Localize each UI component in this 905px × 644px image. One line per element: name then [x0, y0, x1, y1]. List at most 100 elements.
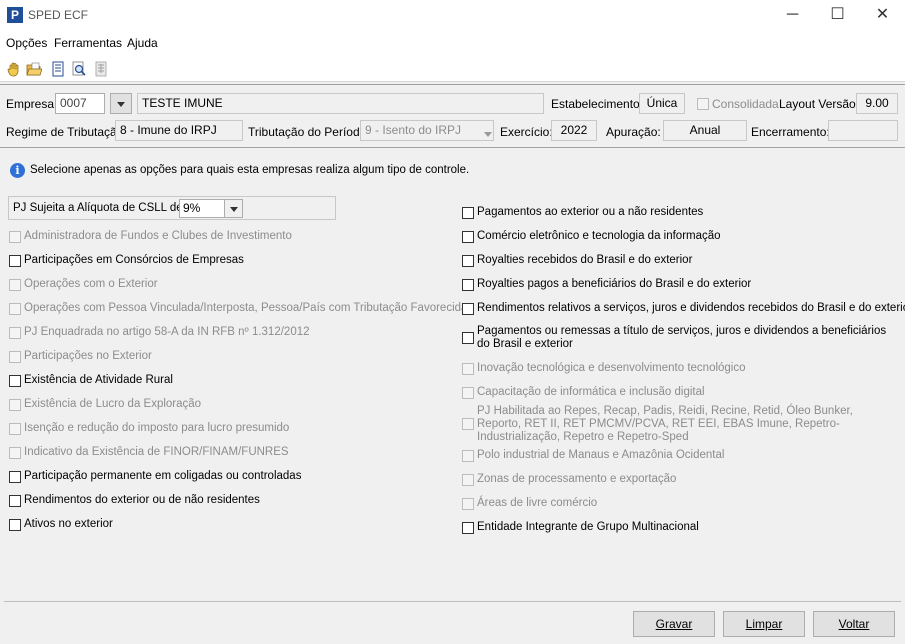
checkbox [9, 351, 21, 363]
info-icon: i [10, 163, 25, 178]
checkbox [9, 303, 21, 315]
csll-label: PJ Sujeita a Alíquota de CSLL de: [13, 202, 186, 214]
exercicio-label: Exercício: [500, 125, 553, 139]
gravar-button[interactable]: Gravar [633, 611, 715, 637]
apuracao-field: Anual [663, 120, 747, 141]
option-label: Rendimentos do exterior ou de não reside… [24, 494, 260, 506]
toolbar [0, 56, 905, 82]
app-logo-icon: P [7, 7, 23, 23]
empresa-label: Empresa: [6, 97, 58, 111]
grid-document-icon [95, 61, 107, 77]
checkbox[interactable] [462, 207, 474, 219]
checkbox[interactable] [462, 279, 474, 291]
checkbox [9, 279, 21, 291]
title-bar: P SPED ECF ─ ☐ ✕ [0, 0, 905, 30]
checkbox[interactable] [462, 231, 474, 243]
chevron-down-icon [229, 206, 238, 212]
consolidada-checkbox [697, 98, 709, 110]
footer-divider [4, 601, 901, 602]
checkbox [462, 387, 474, 399]
option-label: Áreas de livre comércio [477, 497, 598, 509]
checkbox [462, 418, 474, 430]
checkbox[interactable] [462, 332, 474, 344]
menu-ferramentas[interactable]: Ferramentas [54, 36, 122, 50]
gravar-button-label: Gravar [655, 617, 693, 631]
exercicio-field: 2022 [551, 120, 597, 141]
option-label: Rendimentos relativos a serviços, juros … [477, 302, 905, 314]
consolidada-label: Consolidada [712, 97, 779, 111]
checkbox[interactable] [462, 303, 474, 315]
limpar-button[interactable]: Limpar [723, 611, 805, 637]
checkbox[interactable] [9, 471, 21, 483]
option-label: Participação permanente em coligadas ou … [24, 470, 302, 482]
option-label: Indicativo da Existência de FINOR/FINAM/… [24, 446, 289, 458]
checkbox [9, 399, 21, 411]
csll-dropdown-button[interactable] [224, 199, 243, 218]
option-label: Operações com Pessoa Vinculada/Interpost… [24, 302, 468, 314]
menu-bar: Opções Ferramentas Ajuda [0, 30, 905, 56]
empresa-dropdown-button[interactable] [110, 93, 132, 114]
tributacao-chevron-down-icon [484, 132, 492, 137]
empresa-name-field: TESTE IMUNE [137, 93, 544, 114]
chevron-down-icon [117, 101, 125, 107]
encerramento-field [828, 120, 898, 141]
option-label: Pagamentos ou remessas a título de servi… [477, 325, 887, 350]
option-label: Capacitação de informática e inclusão di… [477, 386, 705, 398]
close-button[interactable]: ✕ [860, 0, 905, 30]
checkbox [9, 231, 21, 243]
option-label: Pagamentos ao exterior ou a não resident… [477, 206, 704, 218]
option-label: Existência de Lucro da Exploração [24, 398, 202, 410]
estabelecimento-label: Estabelecimento: [551, 97, 644, 111]
empresa-code-field[interactable]: 0007 [55, 93, 105, 114]
tributacao-periodo-label: Tributação do Período: [248, 125, 370, 139]
option-label: Comércio eletrônico e tecnologia da info… [477, 230, 721, 242]
open-folder-icon[interactable] [26, 61, 42, 77]
layout-versao-field: 9.00 [856, 93, 898, 114]
regime-label: Regime de Tributação: [6, 125, 127, 139]
checkbox[interactable] [462, 255, 474, 267]
voltar-button-label: Voltar [838, 617, 870, 631]
option-label: Polo industrial de Manaus e Amazônia Oci… [477, 449, 725, 461]
info-text: Selecione apenas as opções para quais es… [30, 164, 470, 176]
option-label: Entidade Integrante de Grupo Multinacion… [477, 521, 699, 533]
option-label: PJ Enquadrada no artigo 58-A da IN RFB n… [24, 326, 310, 338]
checkbox[interactable] [9, 495, 21, 507]
hand-icon[interactable] [6, 61, 22, 77]
option-label: Participações no Exterior [24, 350, 152, 362]
checkbox[interactable] [9, 255, 21, 267]
checkbox[interactable] [9, 375, 21, 387]
option-label: Isenção e redução do imposto para lucro … [24, 422, 290, 434]
option-label: Royalties pagos a beneficiários do Brasi… [477, 278, 752, 290]
checkbox [9, 423, 21, 435]
option-label: Zonas de processamento e exportação [477, 473, 677, 485]
checkbox [462, 363, 474, 375]
option-label: PJ Habilitada ao Repes, Recap, Padis, Re… [477, 405, 853, 443]
encerramento-label: Encerramento: [751, 125, 830, 139]
estabelecimento-field: Única [639, 93, 685, 114]
document-icon[interactable] [50, 61, 66, 77]
option-label: Existência de Atividade Rural [24, 374, 173, 386]
checkbox [9, 327, 21, 339]
menu-opcoes[interactable]: Opções [6, 36, 47, 50]
checkbox [462, 474, 474, 486]
option-label: Ativos no exterior [24, 518, 113, 530]
limpar-button-label: Limpar [745, 617, 783, 631]
csll-select[interactable]: 9% [179, 199, 225, 218]
apuracao-label: Apuração: [606, 125, 661, 139]
option-label: Operações com o Exterior [24, 278, 158, 290]
csll-group: PJ Sujeita a Alíquota de CSLL de: 9% [8, 196, 336, 220]
checkbox[interactable] [462, 522, 474, 534]
maximize-button[interactable]: ☐ [815, 0, 860, 30]
window-title: SPED ECF [28, 8, 89, 22]
option-label: Participações em Consórcios de Empresas [24, 254, 244, 266]
regime-field: 8 - Imune do IRPJ [115, 120, 243, 141]
voltar-button[interactable]: Voltar [813, 611, 895, 637]
option-label: Royalties recebidos do Brasil e do exter… [477, 254, 693, 266]
option-label: Administradora de Fundos e Clubes de Inv… [24, 230, 292, 242]
option-label: Inovação tecnológica e desenvolvimento t… [477, 362, 746, 374]
checkbox [9, 447, 21, 459]
search-document-icon[interactable] [71, 61, 87, 77]
checkbox[interactable] [9, 519, 21, 531]
minimize-button[interactable]: ─ [770, 0, 815, 30]
menu-ajuda[interactable]: Ajuda [127, 36, 158, 50]
